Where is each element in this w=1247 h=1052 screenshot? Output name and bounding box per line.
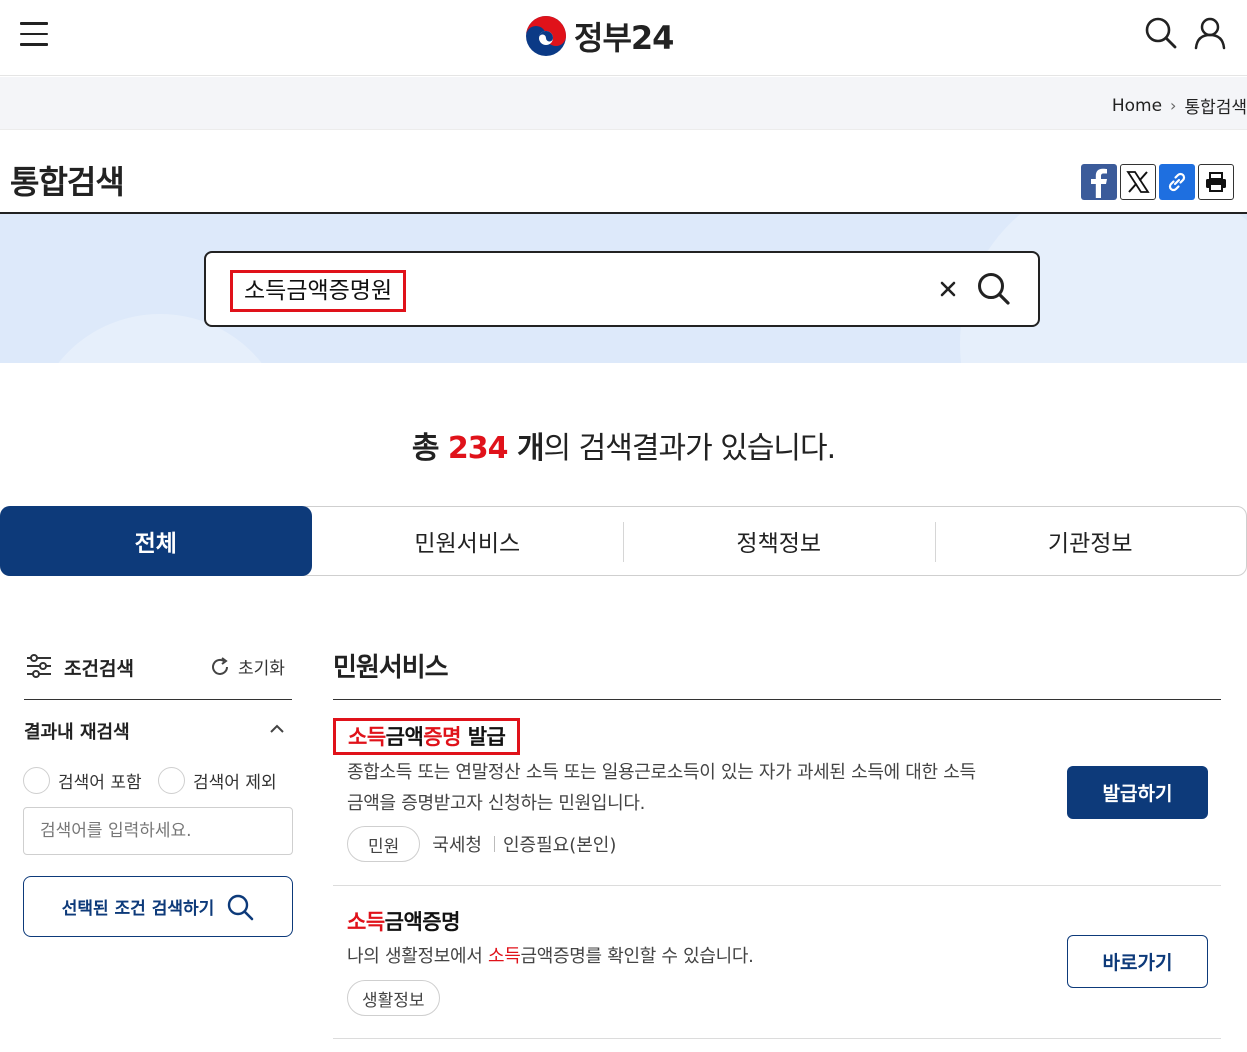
radio-circle[interactable] <box>23 767 50 794</box>
refresh-icon <box>212 656 228 675</box>
logo-text: 정부24 <box>574 19 674 57</box>
radio-label: 검색어 제외 <box>193 773 277 793</box>
condition-search-label: 선택된 조건 검색하기 <box>61 899 215 919</box>
tab-agency-info[interactable]: 기관정보 <box>934 507 1247 575</box>
tab-label: 기관정보 <box>1047 531 1133 557</box>
sliders-icon <box>27 654 51 678</box>
description-text: 나의 생활정보에서 <box>347 946 488 967</box>
user-icon[interactable] <box>1193 16 1227 50</box>
result-prefix: 총 <box>411 431 448 466</box>
print-icon[interactable] <box>1198 164 1234 200</box>
hamburger-menu-icon[interactable] <box>20 22 48 48</box>
title-highlight: 소득 <box>348 725 386 749</box>
link-icon[interactable] <box>1159 164 1195 200</box>
chevron-up-icon[interactable] <box>268 720 286 738</box>
taegeuk-emblem-icon <box>526 16 566 56</box>
tab-civil-service[interactable]: 민원서비스 <box>312 507 624 575</box>
search-query-text[interactable]: 소득금액증명원 <box>230 270 407 312</box>
breadcrumb: Home › 통합검색 <box>1112 93 1247 119</box>
search-input[interactable]: 소득금액증명원 <box>204 251 1040 327</box>
reset-label: 초기화 <box>238 659 285 679</box>
reset-button[interactable]: 초기화 <box>208 654 285 679</box>
title-text: 금액 <box>385 725 424 749</box>
search-band: 소득금액증명원 <box>0 214 1247 363</box>
agency-name: 국세청 <box>432 835 482 856</box>
description-highlight: 소득 <box>487 946 521 967</box>
radio-circle[interactable] <box>158 767 185 794</box>
title-text: 발급 <box>460 725 506 749</box>
tab-label: 정책정보 <box>736 531 822 557</box>
chevron-right-icon: › <box>1170 96 1177 115</box>
search-icon[interactable] <box>1144 16 1178 50</box>
result-item-meta: 민원 국세청 인증필요(본인) <box>347 826 616 862</box>
result-divider <box>333 1038 1221 1039</box>
results-section-title: 민원서비스 <box>333 653 449 683</box>
issue-button[interactable]: 발급하기 <box>1067 766 1208 819</box>
breadcrumb-bar: Home › 통합검색 <box>0 77 1247 130</box>
gov24-logo[interactable]: 정부24 <box>524 14 674 58</box>
result-unit: 개 <box>507 431 545 466</box>
radio-label: 검색어 포함 <box>58 773 142 793</box>
auth-requirement: 인증필요(본인) <box>502 835 617 856</box>
exclude-keyword-radio[interactable]: 검색어 제외 <box>158 767 277 794</box>
result-item-description: 종합소득 또는 연말정산 소득 또는 일용근로소득이 있는 자가 과세된 소득에… <box>347 757 1047 819</box>
tab-label: 전체 <box>134 531 177 557</box>
result-item-description: 나의 생활정보에서 소득금액증명를 확인할 수 있습니다. <box>347 941 1047 972</box>
site-header: 정부24 <box>0 0 1247 76</box>
title-highlight: 증명 <box>423 725 461 749</box>
breadcrumb-current: 통합검색 <box>1184 98 1247 118</box>
tab-policy-info[interactable]: 정책정보 <box>623 507 935 575</box>
facebook-icon[interactable] <box>1081 164 1117 200</box>
condition-search-button[interactable]: 선택된 조건 검색하기 <box>23 876 293 937</box>
tab-all[interactable]: 전체 <box>0 506 312 576</box>
result-count-number: 234 <box>447 431 509 466</box>
clear-icon[interactable] <box>934 275 962 303</box>
description-line: 금액을 증명받고자 신청하는 민원입니다. <box>347 793 646 814</box>
title-text: 금액증명 <box>384 910 461 934</box>
page-title: 통합검색 <box>10 163 125 201</box>
tab-divider <box>623 522 624 562</box>
category-tabs: 전체 민원서비스 정책정보 기관정보 <box>0 506 1247 576</box>
result-count-text: 총 234 개의 검색결과가 있습니다. <box>0 423 1247 467</box>
description-line: 종합소득 또는 연말정산 소득 또는 일용근로소득이 있는 자가 과세된 소득에… <box>347 762 976 783</box>
refine-search-title: 결과내 재검색 <box>24 722 130 743</box>
include-keyword-radio[interactable]: 검색어 포함 <box>23 767 142 794</box>
meta-divider <box>493 836 495 852</box>
breadcrumb-home[interactable]: Home <box>1112 96 1162 116</box>
result-item-meta: 생활정보 <box>347 980 440 1016</box>
filter-title: 조건검색 <box>64 658 134 680</box>
category-chip: 민원 <box>347 826 421 862</box>
search-icon <box>228 894 254 920</box>
refine-keyword-input[interactable] <box>23 807 293 855</box>
result-suffix: 의 검색결과가 있습니다. <box>543 431 837 466</box>
tab-label: 민원서비스 <box>414 531 521 557</box>
description-text: 금액증명를 확인할 수 있습니다. <box>520 946 754 967</box>
filter-header: 조건검색 초기화 <box>24 650 292 700</box>
title-highlight: 소득 <box>347 910 385 934</box>
category-chip: 생활정보 <box>347 980 440 1016</box>
search-submit-icon[interactable] <box>976 271 1012 307</box>
go-button[interactable]: 바로가기 <box>1067 935 1208 988</box>
section-divider <box>333 699 1221 700</box>
result-item-title[interactable]: 소득금액증명 <box>347 906 460 936</box>
tab-divider <box>934 522 936 562</box>
x-icon[interactable] <box>1120 164 1156 200</box>
result-divider <box>333 885 1221 886</box>
result-item-title[interactable]: 소득금액증명 발급 <box>333 718 521 755</box>
